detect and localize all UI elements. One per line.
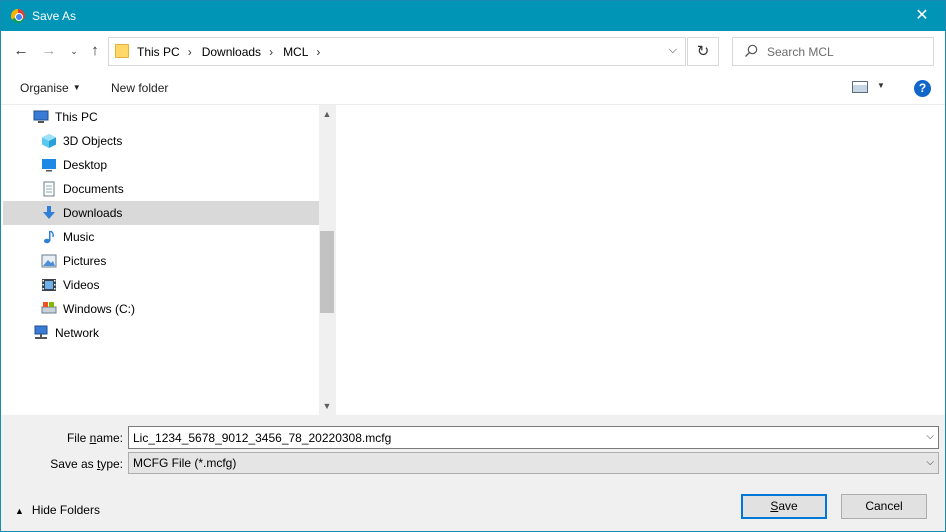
- help-icon[interactable]: ?: [914, 80, 931, 97]
- file-name-label-part: ame:: [96, 431, 123, 445]
- save-type-label: Save as type:: [50, 457, 123, 471]
- save-type-row: Save as type: MCFG File (*.mcfg) ⌵: [1, 452, 945, 476]
- save-button[interactable]: Save: [741, 494, 827, 519]
- address-bar[interactable]: This PC › Downloads › MCL › ⌵: [108, 37, 686, 66]
- cancel-button[interactable]: Cancel: [841, 494, 927, 519]
- nav-item-label: Videos: [63, 278, 100, 292]
- search-box: [732, 37, 934, 66]
- hide-folders-label: Hide Folders: [31, 503, 100, 517]
- nav-item-label: Music: [63, 230, 95, 244]
- nav-item-pictures[interactable]: Pictures: [3, 249, 320, 273]
- save-type-value: MCFG File (*.mcfg): [133, 456, 237, 470]
- network-icon: [33, 325, 49, 341]
- scroll-thumb[interactable]: [320, 231, 334, 313]
- nav-item-music[interactable]: Music: [3, 225, 320, 249]
- videos-icon: [41, 277, 57, 293]
- nav-item-label: Documents: [63, 182, 124, 196]
- breadcrumb-chevron-icon[interactable]: ›: [269, 45, 273, 59]
- breadcrumb-this-pc[interactable]: This PC: [137, 45, 180, 59]
- command-bar: Organise ▼ New folder ▼ ?: [1, 71, 945, 105]
- nav-item-label: Windows (C:): [63, 302, 136, 316]
- nav-item-this-pc[interactable]: This PC: [3, 105, 320, 129]
- nav-item-label: Network: [55, 326, 100, 340]
- caret-down-icon: ▼: [72, 83, 81, 92]
- scroll-down-arrow-icon[interactable]: ▼: [319, 398, 335, 415]
- change-view-icon[interactable]: [852, 81, 868, 93]
- file-name-dropdown-icon[interactable]: ⌵: [926, 431, 934, 442]
- breadcrumb-downloads[interactable]: Downloads: [202, 45, 261, 59]
- close-button[interactable]: ✕: [899, 1, 945, 31]
- drive-icon: [41, 301, 57, 317]
- hide-folders-button[interactable]: ▲ Hide Folders: [15, 503, 100, 517]
- nav-item-network[interactable]: Network: [3, 321, 320, 345]
- save-as-dialog: Save As ✕ ← → ⌄ ↑ This PC › Downloads › …: [0, 0, 946, 532]
- nav-item-windows-c[interactable]: Windows (C:): [3, 297, 320, 321]
- file-list-pane[interactable]: [336, 105, 945, 415]
- save-type-label-part: Save as: [50, 457, 97, 471]
- organise-menu-button[interactable]: Organise ▼: [20, 81, 81, 95]
- nav-item-videos[interactable]: Videos: [3, 273, 320, 297]
- nav-item-downloads[interactable]: Downloads: [3, 201, 320, 225]
- nav-item-desktop[interactable]: Desktop: [3, 153, 320, 177]
- new-folder-button[interactable]: New folder: [111, 81, 168, 95]
- file-name-label-part: File: [66, 431, 90, 445]
- back-arrow-icon[interactable]: ←: [11, 41, 31, 61]
- desktop-icon: [41, 157, 57, 173]
- address-dropdown-icon[interactable]: ⌵: [669, 44, 677, 57]
- nav-item-documents[interactable]: Documents: [3, 177, 320, 201]
- address-row: ← → ⌄ ↑ This PC › Downloads › MCL › ⌵ ↻: [1, 31, 945, 71]
- breadcrumb-chevron-icon[interactable]: ›: [316, 45, 320, 59]
- music-icon: [41, 229, 57, 245]
- nav-item-label: Pictures: [63, 254, 107, 268]
- breadcrumb: This PC › Downloads › MCL ›: [137, 45, 330, 59]
- nav-scrollbar[interactable]: ▲ ▼: [319, 105, 335, 415]
- pictures-icon: [41, 253, 57, 269]
- organise-label: Organise: [20, 81, 69, 95]
- window-title: Save As: [32, 9, 77, 23]
- navigation-pane: This PC 3D Objects Desktop Documents Downloa…: [1, 105, 335, 415]
- forward-arrow-icon[interactable]: →: [39, 41, 59, 61]
- breadcrumb-mcl[interactable]: MCL: [283, 45, 308, 59]
- file-name-combobox[interactable]: ⌵: [128, 426, 939, 449]
- caret-up-icon: ▲: [15, 506, 24, 516]
- nav-item-label: Downloads: [63, 206, 123, 220]
- documents-icon: [41, 181, 57, 197]
- nav-item-label: 3D Objects: [63, 134, 123, 148]
- title-bar: Save As ✕: [1, 1, 945, 31]
- save-type-select[interactable]: MCFG File (*.mcfg) ⌵: [128, 452, 939, 474]
- folder-icon: [115, 44, 129, 58]
- search-input[interactable]: [767, 42, 927, 61]
- up-arrow-icon[interactable]: ↑: [85, 41, 105, 61]
- save-label: ave: [778, 499, 798, 513]
- file-name-label: File name:: [67, 431, 123, 445]
- chrome-icon: [11, 9, 25, 23]
- nav-item-label: This PC: [55, 110, 98, 124]
- recent-locations-chevron-icon[interactable]: ⌄: [64, 41, 84, 61]
- view-options-caret-icon[interactable]: ▼: [877, 81, 885, 90]
- refresh-button[interactable]: ↻: [687, 37, 719, 66]
- breadcrumb-chevron-icon[interactable]: ›: [188, 45, 192, 59]
- save-type-dropdown-icon[interactable]: ⌵: [926, 457, 934, 468]
- file-name-input[interactable]: [133, 430, 913, 446]
- nav-item-label: Desktop: [63, 158, 108, 172]
- file-name-row: File name: ⌵: [1, 426, 945, 450]
- save-type-label-part: ype:: [100, 457, 123, 471]
- 3d-objects-icon: [41, 133, 57, 149]
- this-pc-icon: [33, 109, 49, 125]
- scroll-up-arrow-icon[interactable]: ▲: [319, 106, 335, 123]
- nav-item-3d-objects[interactable]: 3D Objects: [3, 129, 320, 153]
- downloads-icon: [41, 205, 57, 221]
- search-icon: [745, 44, 758, 57]
